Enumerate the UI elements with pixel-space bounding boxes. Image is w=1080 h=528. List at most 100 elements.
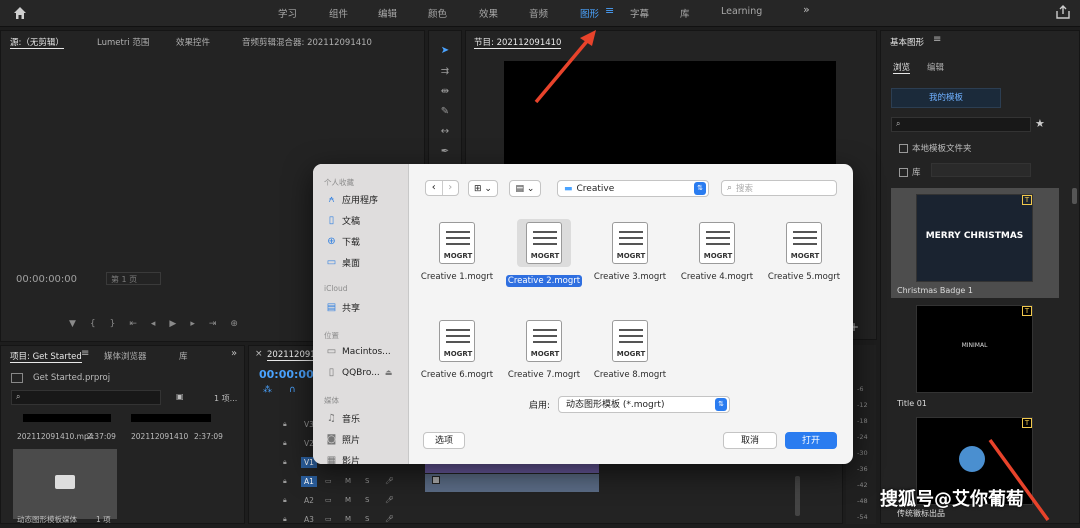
sidebar-item-shared[interactable]: ▤ 共享 <box>326 301 360 314</box>
sync-icon[interactable]: ▭ <box>325 477 332 485</box>
transport-controls[interactable]: ▼{}⇤◂▶▸⇥⊕ <box>69 319 252 329</box>
workspace-tab[interactable]: 库 <box>680 6 690 20</box>
more-panels-icon[interactable]: » <box>231 348 237 359</box>
sidebar-item-desktop[interactable]: ▭ 桌面 <box>326 256 360 269</box>
sidebar-item-qqbrowser[interactable]: ▯ QQBro... ⏏ <box>326 367 393 378</box>
forward-button[interactable]: › <box>443 181 459 195</box>
library-select[interactable] <box>931 163 1031 177</box>
workspace-tab[interactable]: 编辑 <box>378 6 397 20</box>
template-card[interactable]: MINIMAL T Title 01 <box>891 303 1059 413</box>
file-item[interactable]: MOGRT Creative 4.mogrt <box>676 222 758 282</box>
new-bin-icon[interactable]: ▣ <box>176 392 184 401</box>
dialog-search-input[interactable]: ⌕ 搜索 <box>721 180 837 196</box>
workspace-tab[interactable]: 组件 <box>329 6 348 20</box>
sidebar-item-applications[interactable]: ⍲ 应用程序 <box>326 193 379 206</box>
mic-icon[interactable]: 🎤︎ <box>385 477 394 485</box>
track-label[interactable]: A2 <box>301 495 317 506</box>
pen-icon[interactable]: ✒ <box>436 144 454 160</box>
lock-icon[interactable]: 🔒︎ <box>283 515 287 524</box>
cancel-button[interactable]: 取消 <box>723 432 777 449</box>
track-select-icon[interactable]: ⇉ <box>436 64 454 80</box>
open-button[interactable]: 打开 <box>785 432 837 449</box>
template-search-input[interactable]: ⌕ <box>891 117 1031 132</box>
back-button[interactable]: ‹ <box>426 181 443 195</box>
snap-icon[interactable]: ⁂ <box>263 385 272 395</box>
magnet-icon[interactable]: ∩ <box>289 385 296 395</box>
file-item[interactable]: MOGRT Creative 1.mogrt <box>416 222 498 282</box>
tab-source[interactable]: 源:（无剪辑） <box>10 36 64 49</box>
sidebar-item-music[interactable]: ♫ 音乐 <box>326 412 360 425</box>
program-title[interactable]: 节目: 202112091410 <box>474 36 562 49</box>
lock-icon[interactable]: 🔒︎ <box>283 496 287 505</box>
icon-view-button[interactable]: ⊞ ⌄ <box>468 180 498 197</box>
track-header[interactable]: 🔒︎ A1 ▭ M S 🎤︎ <box>279 475 419 490</box>
file-item[interactable]: MOGRT Creative 5.mogrt <box>763 222 845 282</box>
mute-button[interactable]: M <box>345 477 351 485</box>
solo-button[interactable]: S <box>365 515 369 523</box>
lock-icon[interactable]: 🔒︎ <box>283 477 287 486</box>
workspace-tab[interactable]: Learning <box>721 6 762 17</box>
track-label[interactable]: A1 <box>301 476 317 487</box>
workspace-tab[interactable]: 音频 <box>529 6 548 20</box>
sidebar-item-documents[interactable]: ▯ 文稿 <box>326 214 360 227</box>
tab-audio-mixer[interactable]: 音频剪辑混合器: 202112091410 <box>242 36 372 48</box>
lock-icon[interactable]: 🔒︎ <box>283 458 287 467</box>
group-view-button[interactable]: ▤ ⌄ <box>509 180 541 197</box>
tab-project[interactable]: 项目: Get Started <box>10 350 82 363</box>
sidebar-item-photos[interactable]: ◙ 照片 <box>326 433 360 446</box>
solo-button[interactable]: S <box>365 496 369 504</box>
track-header[interactable]: 🔒︎ A2 ▭ M S 🎤︎ <box>279 494 419 509</box>
audio-clip[interactable] <box>425 474 599 492</box>
workspace-tab[interactable]: 效果 <box>479 6 498 20</box>
mic-icon[interactable]: 🎤︎ <box>385 515 394 523</box>
my-templates-button[interactable]: 我的模板 <box>891 88 1001 108</box>
video-clip[interactable] <box>425 464 599 473</box>
local-folder-checkbox[interactable]: 本地模板文件夹 <box>899 142 972 154</box>
template-card[interactable]: MERRY CHRISTMAS T Christmas Badge 1 <box>891 188 1059 298</box>
file-item[interactable]: MOGRT Creative 2.mogrt <box>503 219 585 287</box>
solo-button[interactable]: S <box>365 477 369 485</box>
more-workspaces-icon[interactable]: » <box>803 3 810 16</box>
bin-thumbnail[interactable] <box>13 449 117 519</box>
folder-popup[interactable]: ▬ Creative ⇅ <box>557 180 709 197</box>
share-icon[interactable] <box>1056 5 1070 19</box>
eject-icon[interactable]: ⏏ <box>385 368 393 377</box>
home-icon[interactable] <box>12 5 28 21</box>
workspace-tab[interactable]: 学习 <box>278 6 297 20</box>
tab-media-browser[interactable]: 媒体浏览器 <box>104 350 147 362</box>
workspace-tab[interactable]: 图形 <box>580 6 599 20</box>
tab-edit[interactable]: 编辑 <box>927 61 944 73</box>
mute-button[interactable]: M <box>345 496 351 504</box>
scrollbar[interactable] <box>795 476 800 516</box>
file-item[interactable]: MOGRT Creative 7.mogrt <box>503 320 585 380</box>
file-item[interactable]: MOGRT Creative 6.mogrt <box>416 320 498 380</box>
tab-browse[interactable]: 浏览 <box>893 61 911 74</box>
track-header[interactable]: 🔒︎ A3 ▭ M S 🎤︎ <box>279 513 419 528</box>
close-icon[interactable]: × <box>255 349 263 359</box>
clip-thumbnail[interactable] <box>23 414 111 422</box>
track-label[interactable]: A3 <box>301 514 317 525</box>
workspace-menu-icon[interactable]: ≡ <box>605 4 614 17</box>
slip-icon[interactable]: ↔ <box>436 124 454 140</box>
file-item[interactable]: MOGRT Creative 8.mogrt <box>589 320 671 380</box>
lock-icon[interactable]: 🔒︎ <box>283 439 287 448</box>
sidebar-item-movies[interactable]: ▦ 影片 <box>326 454 360 464</box>
razor-icon[interactable]: ✎ <box>436 104 454 120</box>
options-button[interactable]: 选项 <box>423 432 465 449</box>
tab-effect-controls[interactable]: 效果控件 <box>176 36 210 48</box>
panel-menu-icon[interactable]: ≡ <box>81 348 89 359</box>
panel-menu-icon[interactable]: ≡ <box>933 34 941 45</box>
clip-thumbnail[interactable] <box>131 414 211 422</box>
lock-icon[interactable]: 🔒︎ <box>283 420 287 429</box>
star-icon[interactable]: ★ <box>1035 117 1045 130</box>
selection-tool-icon[interactable]: ➤ <box>436 43 454 59</box>
mic-icon[interactable]: 🎤︎ <box>385 496 394 504</box>
sync-icon[interactable]: ▭ <box>325 515 332 523</box>
filter-select[interactable]: 动态图形模板 (*.mogrt) ⇅ <box>558 396 730 413</box>
tab-library[interactable]: 库 <box>179 350 188 362</box>
file-item[interactable]: MOGRT Creative 3.mogrt <box>589 222 671 282</box>
ripple-edit-icon[interactable]: ⇹ <box>436 84 454 100</box>
library-checkbox[interactable]: 库 <box>899 166 921 178</box>
mute-button[interactable]: M <box>345 515 351 523</box>
workspace-tab[interactable]: 字幕 <box>630 6 649 20</box>
